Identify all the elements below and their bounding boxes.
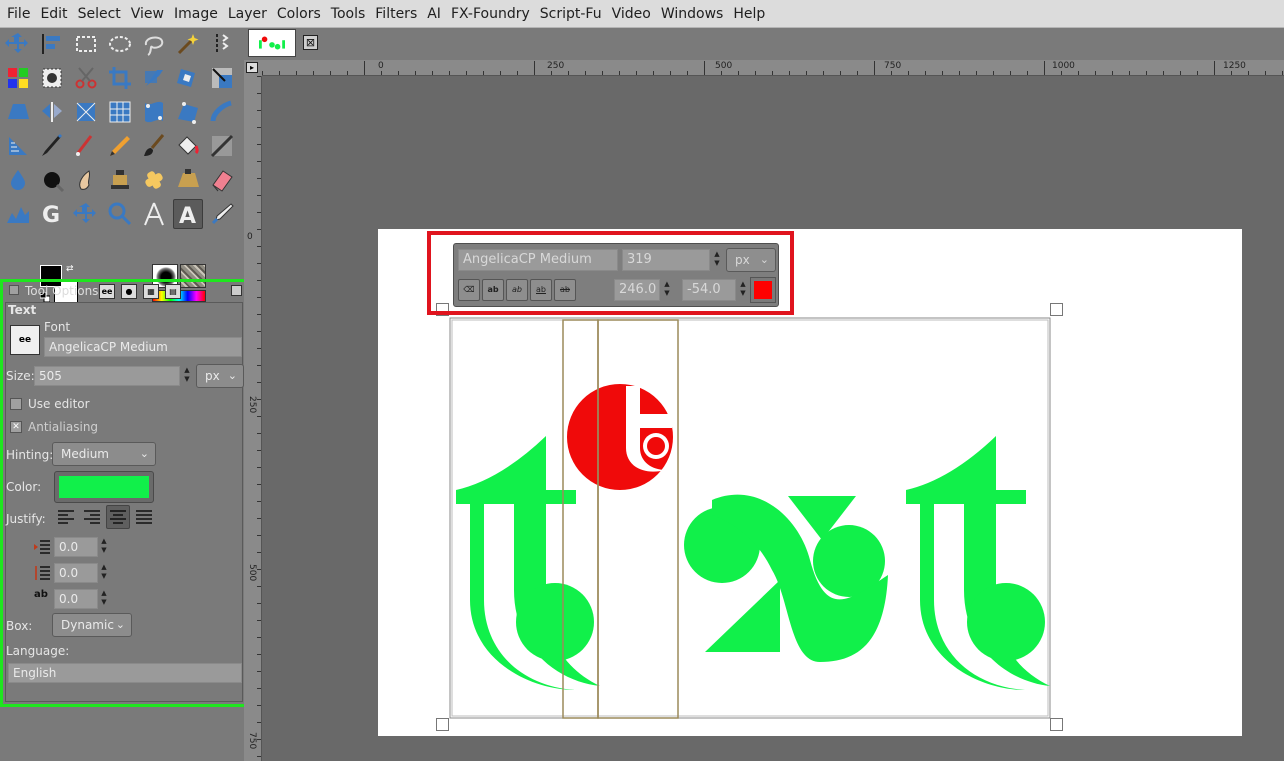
canvas-artwork [449, 317, 1051, 719]
selected-glyph [567, 384, 673, 490]
kerning-input[interactable]: -54.0 [682, 279, 736, 301]
baseline-stepper[interactable]: ▲ ▼ [662, 280, 672, 300]
resize-handle-bottom-left[interactable] [436, 718, 449, 731]
underline-button[interactable]: ab [530, 279, 552, 301]
kerning-stepper[interactable]: ▲ ▼ [738, 280, 748, 300]
clear-style-button[interactable]: ⌫ [458, 279, 480, 301]
gimp-window: File Edit Select View Image Layer Colors… [0, 0, 1284, 761]
resize-handle-bottom-right[interactable] [1050, 718, 1063, 731]
resize-handle-top-right[interactable] [1050, 303, 1063, 316]
on-canvas-style-editor: AngelicaCP Medium 319 ▲ ▼ px ⌄ ⌫ ab ab ab… [453, 243, 779, 307]
style-size-stepper[interactable]: ▲ ▼ [712, 250, 722, 270]
style-unit-value: px [735, 253, 750, 267]
style-color-swatch [754, 281, 772, 299]
italic-button[interactable]: ab [506, 279, 528, 301]
bold-button[interactable]: ab [482, 279, 504, 301]
style-color-button[interactable] [750, 277, 776, 303]
strikethrough-button[interactable]: ab [554, 279, 576, 301]
text-layer-glyphs [456, 436, 1050, 690]
style-unit-dropdown[interactable]: px ⌄ [726, 248, 776, 272]
chevron-down-icon: ⌄ [759, 253, 769, 266]
style-font-input[interactable]: AngelicaCP Medium [458, 249, 618, 271]
baseline-input[interactable]: 246.0 [614, 279, 660, 301]
style-size-input[interactable]: 319 [622, 249, 710, 271]
